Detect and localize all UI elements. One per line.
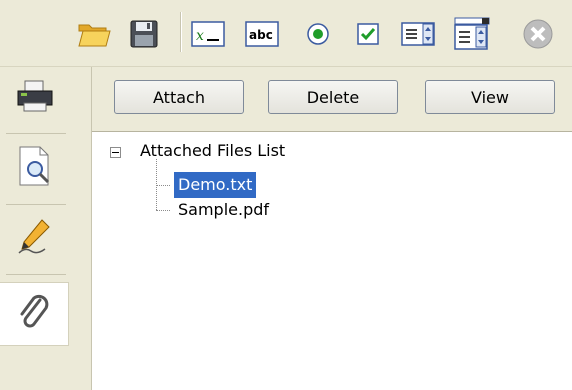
toolbar-separator bbox=[180, 12, 182, 52]
list-box-icon[interactable] bbox=[400, 18, 436, 50]
sidebar-divider bbox=[6, 274, 66, 275]
sidebar-item-print[interactable] bbox=[0, 67, 70, 129]
delete-button[interactable]: Delete bbox=[268, 80, 398, 114]
tree-root-label[interactable]: Attached Files List bbox=[140, 141, 285, 160]
abc-field-icon[interactable]: abc bbox=[244, 18, 280, 50]
main-toolbar: x abc bbox=[0, 0, 572, 67]
tree-connector bbox=[156, 210, 170, 211]
tree-connector bbox=[156, 185, 170, 186]
attachments-panel: Attach Delete View Attached Files List D… bbox=[92, 67, 572, 390]
tree-node[interactable]: Demo.txt bbox=[174, 172, 257, 198]
close-disabled-icon bbox=[520, 18, 556, 50]
left-sidebar bbox=[0, 67, 92, 390]
sidebar-item-preview[interactable] bbox=[0, 137, 70, 199]
attach-button[interactable]: Attach bbox=[114, 80, 244, 114]
radio-button-icon[interactable] bbox=[300, 18, 336, 50]
svg-text:x: x bbox=[196, 28, 204, 44]
sidebar-item-signature[interactable] bbox=[0, 207, 70, 269]
checkbox-icon[interactable] bbox=[350, 18, 386, 50]
view-button[interactable]: View bbox=[425, 80, 555, 114]
print-preview-icon bbox=[17, 145, 53, 191]
collapse-toggle-icon[interactable] bbox=[110, 147, 121, 158]
save-disk-icon[interactable] bbox=[126, 18, 162, 50]
sidebar-divider bbox=[6, 204, 66, 205]
signature-pen-icon bbox=[17, 217, 53, 259]
text-field-icon[interactable]: x bbox=[190, 18, 226, 50]
attachments-tree: Attached Files List Demo.txt Sample.pdf bbox=[92, 132, 572, 390]
paperclip-icon bbox=[16, 292, 52, 336]
sidebar-divider bbox=[6, 133, 66, 134]
svg-text:abc: abc bbox=[249, 28, 273, 42]
tree-node[interactable]: Sample.pdf bbox=[174, 197, 273, 223]
printer-icon bbox=[15, 79, 55, 117]
sidebar-item-attachments[interactable] bbox=[0, 282, 69, 346]
open-folder-icon[interactable] bbox=[76, 18, 112, 50]
attachments-button-bar: Attach Delete View bbox=[92, 67, 572, 132]
combo-box-icon[interactable] bbox=[454, 17, 490, 50]
